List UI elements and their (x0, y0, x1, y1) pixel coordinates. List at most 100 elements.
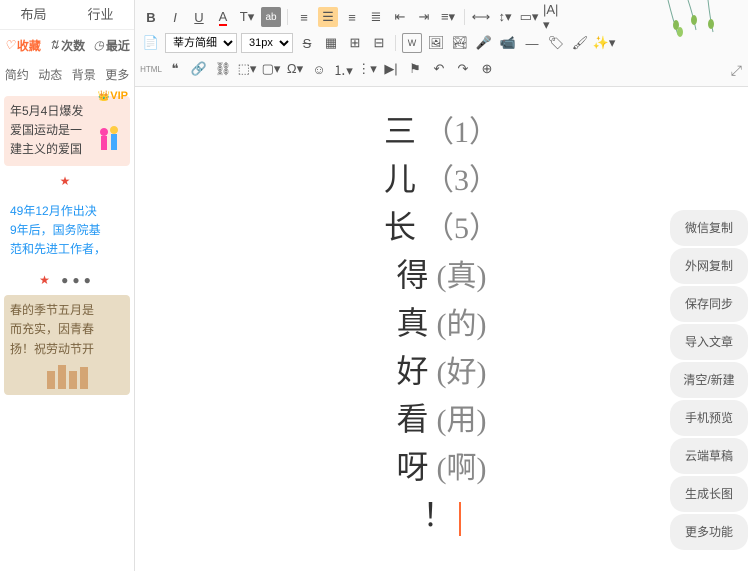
char: 好 (397, 353, 429, 389)
emoji-button[interactable]: ☺ (309, 59, 329, 79)
ruby-text: （3） (424, 164, 499, 197)
audio-button[interactable]: 🎤 (474, 33, 494, 53)
char: 看 (397, 401, 429, 437)
word-button[interactable]: W (402, 33, 422, 53)
align-justify-button[interactable]: ≣ (366, 7, 386, 27)
cat-dynamic[interactable]: 动态 (38, 66, 62, 83)
component-button[interactable]: ▢▾ (261, 59, 281, 79)
divider: ★ ●●● (0, 273, 134, 287)
top-tabs: 布局 行业 (0, 0, 134, 30)
hr-button[interactable]: — (522, 33, 542, 53)
flag-button[interactable]: ⚑ (405, 59, 425, 79)
char: 得 (397, 257, 429, 293)
unlink-button[interactable]: ⛓ (213, 59, 233, 79)
letter-spacing-button[interactable]: |A|▾ (543, 7, 563, 27)
filter-recent[interactable]: ◷最近 (93, 37, 130, 54)
ordered-list-button[interactable]: ⒈▾ (333, 59, 353, 79)
underline-button[interactable]: U (189, 7, 209, 27)
align-right-button[interactable]: ≡ (342, 7, 362, 27)
insert-row-button[interactable]: ⊞ (345, 33, 365, 53)
html-button[interactable]: HTML (141, 59, 161, 79)
char: ！ (422, 497, 454, 533)
unordered-list-button[interactable]: ⋮▾ (357, 59, 377, 79)
more-functions-button[interactable]: 更多功能 (670, 514, 748, 550)
cat-more[interactable]: 更多 (105, 66, 129, 83)
ruby-text: (用) (437, 404, 487, 437)
char: 呀 (397, 449, 429, 485)
margin-button[interactable]: ↕▾ (495, 7, 515, 27)
char: 真 (397, 305, 429, 341)
highlight-button[interactable]: ab (261, 7, 281, 27)
redo-button[interactable]: ↷ (453, 59, 473, 79)
template-button[interactable]: ⬚▾ (237, 59, 257, 79)
cat-background[interactable]: 背景 (72, 66, 96, 83)
wand-button[interactable]: ✨▾ (594, 33, 614, 53)
link-button[interactable]: 🔗 (189, 59, 209, 79)
save-sync-button[interactable]: 保存同步 (670, 286, 748, 322)
zoom-button[interactable]: ⊕ (477, 59, 497, 79)
clear-new-button[interactable]: 清空/新建 (670, 362, 748, 398)
line-height-button[interactable]: ≡▾ (438, 7, 458, 27)
font-size-button[interactable]: T▾ (237, 7, 257, 27)
table-button[interactable]: ▦ (321, 33, 341, 53)
template-card[interactable]: 49年12月作出决 9年后，国务院基 范和先进工作者， (4, 196, 130, 266)
cat-simple[interactable]: 简约 (5, 66, 29, 83)
generate-image-button[interactable]: 生成长图 (670, 476, 748, 512)
import-article-button[interactable]: 导入文章 (670, 324, 748, 360)
align-left-button[interactable]: ≡ (294, 7, 314, 27)
card-text: 49年12月作出决 (10, 202, 124, 221)
divider: ★ (0, 174, 134, 188)
decoration-vines (658, 0, 748, 40)
spacing-button[interactable]: ⟷ (471, 7, 491, 27)
padding-button[interactable]: ▭▾ (519, 7, 539, 27)
indent-right-button[interactable]: ⇥ (414, 7, 434, 27)
image-button[interactable]: 🖼 (426, 33, 446, 53)
quote-button[interactable]: ❝ (165, 59, 185, 79)
strikethrough-button[interactable]: S (297, 33, 317, 53)
text-cursor (459, 502, 461, 536)
tab-layout[interactable]: 布局 (0, 0, 67, 29)
template-card[interactable]: 春的季节五月是 而充实，因青春 扬！祝劳动节开 (4, 295, 130, 395)
video-button[interactable]: 📹 (498, 33, 518, 53)
new-doc-button[interactable]: 📄 (141, 33, 161, 53)
external-copy-button[interactable]: 外网复制 (670, 248, 748, 284)
right-toolbar: 微信复制 外网复制 保存同步 导入文章 清空/新建 手机预览 云端草稿 生成长图… (670, 210, 748, 552)
indent-left-button[interactable]: ⇤ (390, 7, 410, 27)
tag-button[interactable]: 🏷 (546, 33, 566, 53)
italic-button[interactable]: I (165, 7, 185, 27)
filter-favorite[interactable]: ♡收藏 (4, 37, 41, 54)
vip-badge: VIP (98, 88, 128, 106)
filter-count[interactable]: ⇅次数 (49, 37, 85, 54)
symbol-button[interactable]: Ω▾ (285, 59, 305, 79)
brush-button[interactable]: 🖌 (570, 33, 590, 53)
align-center-button[interactable]: ☰ (318, 7, 338, 27)
font-family-select[interactable]: 莘方简细 (165, 33, 237, 53)
template-card[interactable]: VIP 年5月4日爆发 爱国运动是一 建主义的爱国 (4, 96, 130, 166)
gallery-button[interactable]: 🏞 (450, 33, 470, 53)
star-icon: ★ (39, 273, 54, 287)
tab-industry[interactable]: 行业 (67, 0, 134, 29)
card-text: 而充实，因青春 (10, 320, 124, 339)
heart-icon: ♡ (4, 38, 15, 52)
editor-content[interactable]: 三 （1） 儿 （3） 长 （5） 得 (真) 真 (的) 好 (好) 看 (用… (135, 107, 748, 539)
clock-icon: ◷ (93, 38, 103, 52)
ruby-text: （1） (424, 116, 499, 149)
font-size-select[interactable]: 31px (241, 33, 293, 53)
bold-button[interactable]: B (141, 7, 161, 27)
card-text: 扬！祝劳动节开 (10, 340, 124, 359)
ruby-text: (啊) (437, 452, 487, 485)
wechat-copy-button[interactable]: 微信复制 (670, 210, 748, 246)
filter-row: ♡收藏 ⇅次数 ◷最近 (0, 30, 134, 60)
cloud-draft-button[interactable]: 云端草稿 (670, 438, 748, 474)
mobile-preview-button[interactable]: 手机预览 (670, 400, 748, 436)
expand-button[interactable]: ⤢ (731, 62, 742, 79)
font-color-button[interactable]: A (213, 7, 233, 27)
card-text: 范和先进工作者， (10, 240, 124, 259)
bookmark-button[interactable]: ▶| (381, 59, 401, 79)
undo-button[interactable]: ↶ (429, 59, 449, 79)
insert-col-button[interactable]: ⊟ (369, 33, 389, 53)
editor-canvas[interactable]: 三 （1） 儿 （3） 长 （5） 得 (真) 真 (的) 好 (好) 看 (用… (135, 87, 748, 571)
silhouette-illustration (10, 359, 124, 389)
ruby-text: (的) (437, 308, 487, 341)
char: 儿 (384, 161, 416, 197)
